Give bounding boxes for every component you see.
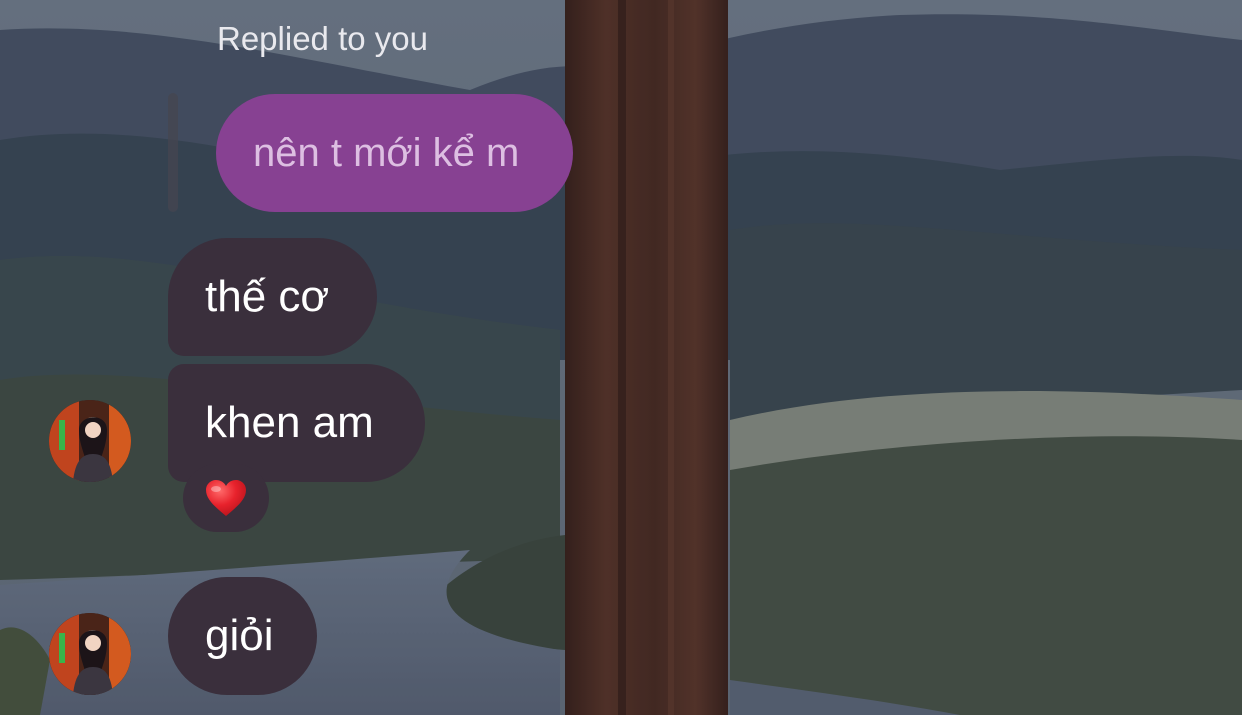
message-reaction[interactable] — [183, 464, 269, 532]
message-text: thế cơ — [205, 272, 330, 321]
message-bubble[interactable]: thế cơ — [168, 238, 377, 356]
replied-to-you-label: Replied to you — [217, 20, 428, 57]
heart-reaction-icon — [206, 480, 246, 516]
message-bubble[interactable]: giỏi — [168, 577, 317, 695]
quoted-message-text: nên t mới kể m — [253, 131, 520, 175]
message-bubble[interactable]: khen am — [168, 364, 425, 482]
avatar-icon — [49, 613, 131, 695]
sender-avatar[interactable] — [49, 400, 131, 482]
message-text: giỏi — [205, 611, 274, 660]
quoted-message-bubble[interactable]: nên t mới kể m — [216, 94, 573, 212]
message-text: khen am — [205, 398, 374, 447]
avatar-icon — [49, 400, 131, 482]
sender-avatar[interactable] — [49, 613, 131, 695]
reply-indicator-bar — [168, 93, 178, 212]
